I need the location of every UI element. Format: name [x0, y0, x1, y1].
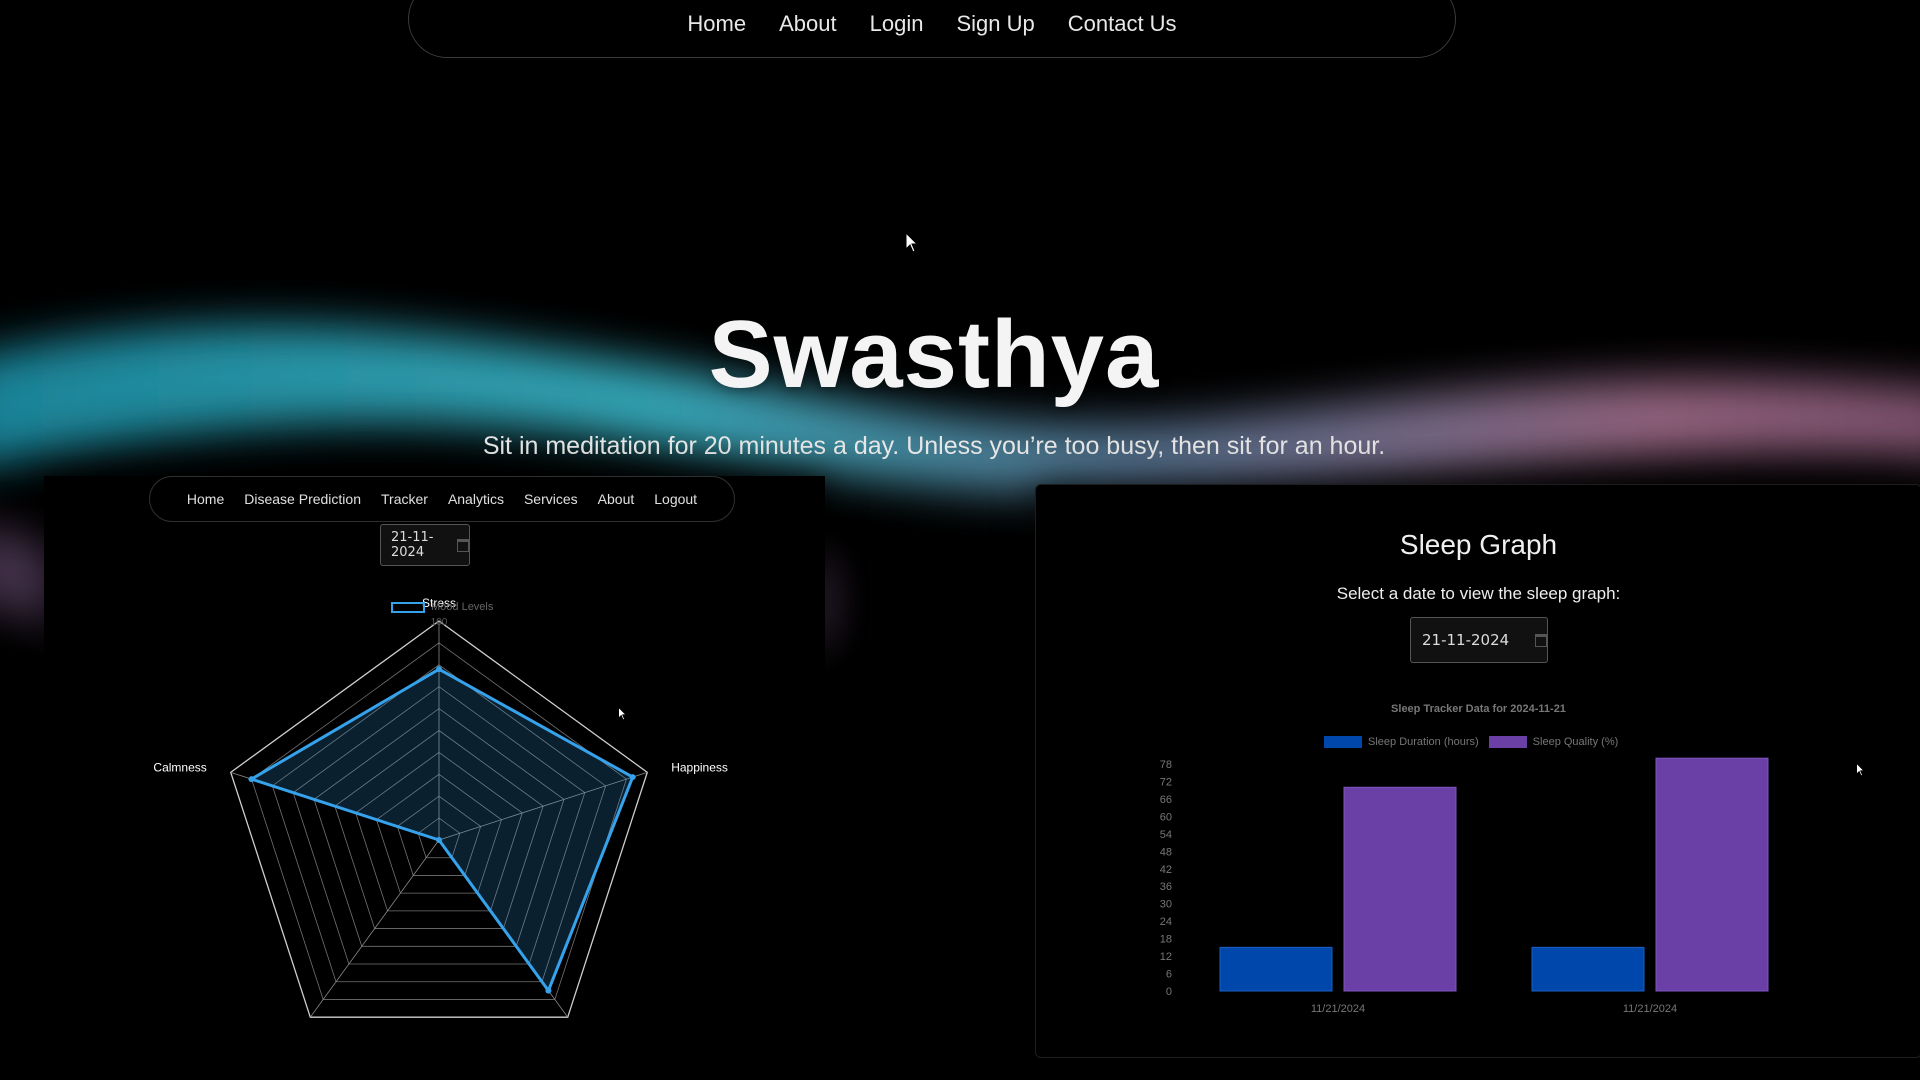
sleep-y-tick-label: 54 [1160, 829, 1172, 841]
sleep-chart-title: Sleep Tracker Data for 2024-11-21 [1391, 703, 1566, 715]
mouse-cursor-icon [905, 232, 919, 253]
radar-axis-label: Happiness [671, 761, 728, 775]
legend-duration-label: Sleep Duration (hours) [1368, 736, 1479, 748]
radar-legend[interactable]: Mood Levels [391, 601, 493, 613]
radar-series-mood-levels [247, 667, 635, 994]
nav-login-link[interactable]: Login [870, 11, 924, 37]
radar-tick-label: 100 [431, 617, 448, 628]
radar-plot: 100StressHappinessCalmness [153, 596, 728, 1018]
sleep-x-tick-label: 11/21/2024 [1623, 1003, 1677, 1015]
hero-quote: Sit in meditation for 20 minutes a day. … [482, 432, 1386, 460]
subnav-tracker-link[interactable]: Tracker [381, 491, 428, 507]
subnav-home-link[interactable]: Home [187, 491, 224, 507]
mood-date-input[interactable]: 21-11-2024 [380, 524, 470, 566]
mood-date-value: 21-11-2024 [391, 530, 434, 560]
hero-title: Swasthya [708, 301, 1160, 408]
sleep-y-tick-label: 78 [1160, 759, 1172, 771]
sleep-chart-legend: Sleep Duration (hours) Sleep Quality (%) [1324, 736, 1622, 748]
mouse-cursor-icon [1856, 763, 1865, 777]
sleep-x-tick-label: 11/21/2024 [1311, 1003, 1365, 1015]
sleep-y-tick-label: 66 [1160, 794, 1172, 806]
sleep-y-tick-label: 36 [1160, 881, 1172, 893]
radar-point [436, 837, 442, 843]
tracker-navbar: Home Disease Prediction Tracker Analytic… [149, 476, 735, 522]
subnav-analytics-link[interactable]: Analytics [448, 491, 504, 507]
sleep-y-tick-label: 42 [1160, 864, 1172, 876]
legend-duration-swatch [1324, 736, 1362, 748]
sleep-graph-window: 0 6 12 18 24 30 36 42 48 54 60 66 72 78 11/21/2024 11/2… [1035, 484, 1920, 1058]
legend-quality-swatch [1488, 736, 1527, 748]
sleep-y-axis: 0 6 12 18 24 30 36 42 48 54 60 66 72 78 [1160, 759, 1172, 998]
legend-quality[interactable]: Sleep Quality (%) [1488, 736, 1619, 748]
radar-axis-label: Calmness [153, 761, 206, 775]
radar-point [629, 774, 636, 781]
sleep-duration-bar [1531, 946, 1645, 992]
legend-quality-label: Sleep Quality (%) [1532, 736, 1619, 748]
sleep-duration-bar [1219, 946, 1333, 992]
sleep-date-value: 21-11-2024 [1422, 631, 1510, 649]
radar-legend-label: Mood Levels [431, 601, 494, 613]
subnav-logout-link[interactable]: Logout [654, 491, 697, 507]
sleep-y-tick-label: 18 [1160, 934, 1172, 946]
nav-about-link[interactable]: About [779, 11, 837, 37]
sleep-y-tick-label: 6 [1166, 969, 1172, 981]
sleep-date-label: Select a date to view the sleep graph: [1336, 584, 1621, 603]
nav-signup-link[interactable]: Sign Up [956, 11, 1034, 37]
sleep-y-tick-label: 48 [1160, 846, 1172, 858]
top-navbar: Home About Login Sign Up Contact Us [408, 0, 1456, 58]
legend-duration[interactable]: Sleep Duration (hours) [1324, 736, 1479, 748]
subnav-services-link[interactable]: Services [524, 491, 578, 507]
sleep-y-tick-label: 30 [1160, 899, 1172, 911]
mouse-cursor-icon [618, 707, 627, 721]
radar-point [545, 987, 552, 994]
sleep-date-input[interactable]: 21-11-2024 [1410, 617, 1548, 663]
mood-radar-chart: 100StressHappinessCalmness [153, 596, 728, 1018]
sleep-y-tick-label: 12 [1160, 951, 1172, 963]
sleep-quality-bar [1343, 786, 1457, 992]
calendar-icon[interactable] [1535, 633, 1547, 647]
radar-point [248, 776, 255, 783]
nav-home-link[interactable]: Home [687, 11, 746, 37]
sleep-graph-title: Sleep Graph [1399, 529, 1558, 560]
nav-contact-link[interactable]: Contact Us [1068, 11, 1177, 37]
sleep-y-tick-label: 0 [1166, 986, 1172, 998]
sleep-y-tick-label: 60 [1160, 811, 1172, 823]
legend-swatch [391, 601, 425, 613]
subnav-disease-prediction-link[interactable]: Disease Prediction [244, 491, 361, 507]
sleep-bar-chart: 0 6 12 18 24 30 36 42 48 54 60 66 72 78 11/21/2024 11/2… [1160, 757, 1769, 1015]
mood-tracker-window: 100 Stress Happiness Calmness Home Disease … [44, 476, 825, 1080]
calendar-icon[interactable] [457, 538, 469, 552]
sleep-quality-bar [1655, 757, 1769, 992]
sleep-y-tick-label: 72 [1160, 776, 1172, 788]
subnav-about-link[interactable]: About [598, 491, 635, 507]
radar-point [436, 666, 442, 673]
sleep-y-tick-label: 24 [1160, 916, 1172, 928]
